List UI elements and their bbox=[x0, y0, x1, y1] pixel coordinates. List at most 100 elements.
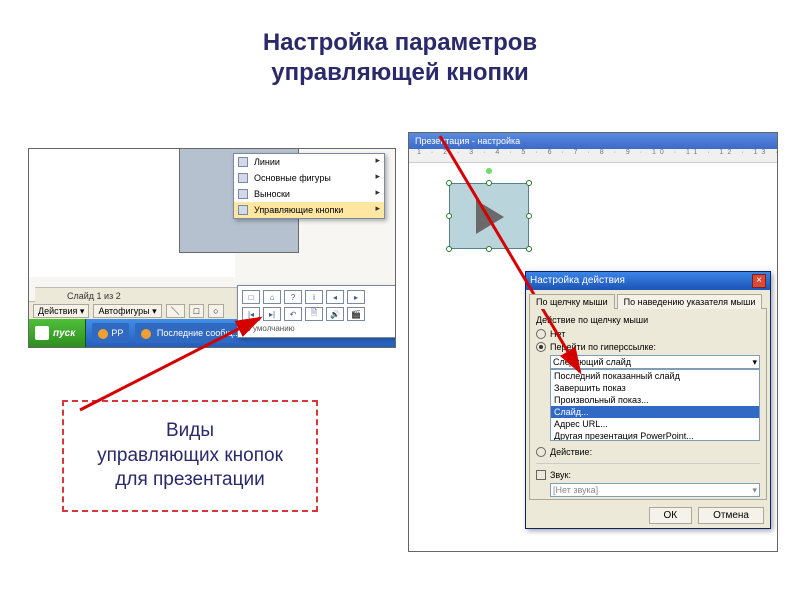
dialog-buttons: ОК Отмена bbox=[526, 503, 770, 528]
cancel-button[interactable]: Отмена bbox=[698, 507, 764, 524]
sound-value: [Нет звука] bbox=[553, 485, 598, 495]
resize-handle[interactable] bbox=[446, 180, 452, 186]
close-icon[interactable]: × bbox=[752, 274, 766, 288]
list-item-selected[interactable]: Слайд... bbox=[551, 406, 759, 418]
btn-first[interactable]: |◂ bbox=[242, 307, 260, 321]
app-titlebar: Презентация - настройка bbox=[409, 133, 777, 149]
menu-shapes-label: Основные фигуры bbox=[254, 173, 331, 183]
radio-action[interactable] bbox=[536, 447, 546, 457]
page-title: Настройка параметров управляющей кнопки bbox=[0, 28, 800, 88]
dialog-titlebar[interactable]: Настройка действия × bbox=[526, 272, 770, 290]
autoshapes-menu: Линии Основные фигуры Выноски Управляющи… bbox=[233, 153, 385, 219]
dialog-body: Действие по щелчку мыши Нет Перейти по г… bbox=[529, 308, 767, 500]
taskbar-app-1[interactable]: PP bbox=[92, 323, 129, 343]
section-label: Действие по щелчку мыши bbox=[536, 315, 760, 325]
combo-value: Следующий слайд bbox=[553, 357, 631, 367]
btn-back[interactable]: ◂ bbox=[326, 290, 344, 304]
lines-icon bbox=[238, 157, 248, 167]
toolbar-icon-3[interactable]: ○ bbox=[208, 304, 223, 318]
callouts-icon bbox=[238, 189, 248, 199]
btn-help[interactable]: ? bbox=[284, 290, 302, 304]
callout-box: Виды управляющих кнопок для презентации bbox=[62, 400, 318, 512]
btn-info[interactable]: i bbox=[305, 290, 323, 304]
autoshapes-dropdown[interactable]: Автофигуры ▾ bbox=[93, 304, 161, 318]
btn-home[interactable]: ⌂ bbox=[263, 290, 281, 304]
chevron-down-icon: ▾ bbox=[752, 357, 757, 368]
callout-line2: управляющих кнопок bbox=[97, 445, 283, 466]
shapes-icon bbox=[238, 173, 248, 183]
callout-line1: Виды bbox=[166, 420, 214, 441]
slide-editor: Настройка действия × По щелчку мыши По н… bbox=[409, 163, 777, 551]
taskbar-task-label: Последние сообщ... bbox=[157, 328, 240, 338]
checkbox-sound[interactable] bbox=[536, 470, 546, 480]
btn-sound[interactable]: 🔊 bbox=[326, 307, 344, 321]
app-icon bbox=[98, 329, 108, 339]
radio-hyperlink[interactable] bbox=[536, 342, 546, 352]
sound-combo[interactable]: [Нет звука] ▾ bbox=[550, 483, 760, 497]
btn-return[interactable]: ↶ bbox=[284, 307, 302, 321]
menu-action-buttons-label: Управляющие кнопки bbox=[254, 205, 343, 215]
resize-handle[interactable] bbox=[446, 213, 452, 219]
grid-default-label: по умолчанию bbox=[242, 324, 392, 333]
menu-lines[interactable]: Линии bbox=[234, 154, 384, 170]
option-hyperlink-label: Перейти по гиперссылке: bbox=[550, 342, 656, 352]
list-item[interactable]: Другая презентация PowerPoint... bbox=[551, 430, 759, 441]
list-item[interactable]: Произвольный показ... bbox=[551, 394, 759, 406]
title-line1: Настройка параметров bbox=[263, 29, 537, 56]
option-hyperlink-row[interactable]: Перейти по гиперссылке: bbox=[536, 342, 760, 352]
btn-document[interactable]: 🗎 bbox=[305, 307, 323, 321]
btn-movie[interactable]: 🎬 bbox=[347, 307, 365, 321]
start-button[interactable]: пуск bbox=[29, 319, 86, 347]
toolbar-icon-1[interactable]: ＼ bbox=[166, 304, 185, 318]
btn-last[interactable]: ▸| bbox=[263, 307, 281, 321]
title-line2: управляющей кнопки bbox=[271, 59, 528, 86]
dialog-tabs: По щелчку мыши По наведению указателя мы… bbox=[526, 290, 770, 308]
callout-line3: для презентации bbox=[115, 469, 264, 490]
menu-action-buttons[interactable]: Управляющие кнопки bbox=[234, 202, 384, 218]
hyperlink-listbox[interactable]: Последний показанный слайд Завершить пок… bbox=[550, 369, 760, 441]
resize-handle[interactable] bbox=[526, 180, 532, 186]
menu-callouts[interactable]: Выноски bbox=[234, 186, 384, 202]
option-action-label: Действие: bbox=[550, 447, 592, 457]
resize-handle[interactable] bbox=[526, 213, 532, 219]
btn-forward[interactable]: ▸ bbox=[347, 290, 365, 304]
action-buttons-grid: □ ⌂ ? i ◂ ▸ |◂ ▸| ↶ 🗎 🔊 🎬 по умолчанию bbox=[237, 285, 396, 338]
menu-callouts-label: Выноски bbox=[254, 189, 290, 199]
resize-handle[interactable] bbox=[526, 246, 532, 252]
list-item[interactable]: Завершить показ bbox=[551, 382, 759, 394]
tab-click[interactable]: По щелчку мыши bbox=[529, 294, 615, 309]
list-item[interactable]: Адрес URL... bbox=[551, 418, 759, 430]
firefox-icon bbox=[141, 329, 151, 339]
screenshot-action-dialog: Презентация - настройка 1 · 2 · 3 · 4 · … bbox=[408, 132, 778, 552]
actions-dropdown[interactable]: Действия ▾ bbox=[33, 304, 89, 318]
windows-logo-icon bbox=[35, 326, 49, 340]
taskbar-app-2[interactable]: Последние сообщ... bbox=[135, 323, 246, 343]
ruler: 1 · 2 · 3 · 4 · 5 · 6 · 7 · 8 · 9 · 10 ·… bbox=[409, 149, 777, 163]
btn-custom[interactable]: □ bbox=[242, 290, 260, 304]
resize-handle[interactable] bbox=[486, 246, 492, 252]
list-item[interactable]: Последний показанный слайд bbox=[551, 370, 759, 382]
hyperlink-combo[interactable]: Следующий слайд ▾ bbox=[550, 355, 760, 369]
slide-canvas bbox=[29, 149, 235, 277]
tab-hover[interactable]: По наведению указателя мыши bbox=[617, 294, 763, 309]
sound-row[interactable]: Звук: bbox=[536, 470, 760, 480]
ok-button[interactable]: ОК bbox=[649, 507, 693, 524]
play-action-button[interactable] bbox=[449, 183, 529, 249]
option-none-label: Нет bbox=[550, 329, 565, 339]
action-settings-dialog: Настройка действия × По щелчку мыши По н… bbox=[525, 271, 771, 529]
menu-basic-shapes[interactable]: Основные фигуры bbox=[234, 170, 384, 186]
dialog-title: Настройка действия bbox=[530, 272, 625, 290]
option-action-row[interactable]: Действие: bbox=[536, 447, 760, 457]
screenshot-autoshapes: Действия ▾ Автофигуры ▾ ＼ □ ○ Слайд 1 из… bbox=[28, 148, 396, 348]
menu-lines-label: Линии bbox=[254, 157, 280, 167]
resize-handle[interactable] bbox=[446, 246, 452, 252]
radio-none[interactable] bbox=[536, 329, 546, 339]
action-buttons-icon bbox=[238, 205, 248, 215]
resize-handle[interactable] bbox=[486, 180, 492, 186]
sound-label: Звук: bbox=[550, 470, 571, 480]
start-label: пуск bbox=[53, 328, 75, 339]
toolbar-icon-2[interactable]: □ bbox=[189, 304, 204, 318]
option-none-row[interactable]: Нет bbox=[536, 329, 760, 339]
rotation-handle[interactable] bbox=[486, 168, 492, 174]
chevron-down-icon: ▾ bbox=[752, 485, 757, 496]
